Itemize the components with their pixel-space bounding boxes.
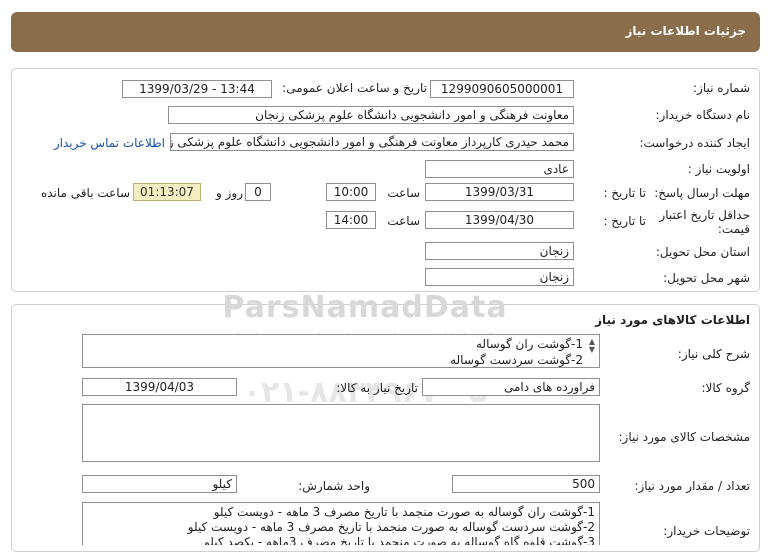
specs-label: مشخصات کالای مورد نیاز: [618,430,750,444]
goods-group-field: فراورده های دامی [422,378,600,396]
deadline-to-date-label: تا تاریخ : [603,186,646,200]
validity-time-field: 14:00 [326,211,376,229]
days-label: روز و [216,186,243,200]
goods-section-title: اطلاعات کالاهای مورد نیاز [595,313,750,327]
remaining-label: ساعت باقی مانده [40,186,130,200]
validity-label-line1: حداقل تاریخ اعتبار [659,208,750,222]
buyer-contact-link[interactable]: اطلاعات تماس خریدار [40,136,165,150]
quantity-label: تعداد / مقدار مورد نیاز: [634,479,750,493]
city-field: زنجان [425,268,574,286]
requester-label: ایجاد کننده درخواست: [639,136,750,150]
priority-label: اولویت نیاز : [687,162,750,176]
deadline-label: مهلت ارسال پاسخ: [654,186,750,200]
buyer-notes-line1: 1-گوشت ران گوساله به صورت منجمد با تاریخ… [213,505,595,519]
validity-time-label: ساعت [387,214,420,228]
announce-date-field: 1399/03/29 - 13:44 [122,80,272,98]
province-label: استان محل تحویل: [655,245,750,259]
validity-to-date-label: تا تاریخ : [603,214,646,228]
goods-group-label: گروه کالا: [701,381,751,395]
buyer-notes-box: 1-گوشت ران گوساله به صورت منجمد با تاریخ… [82,502,600,545]
scroll-arrows-icon[interactable]: ▲ ▼ [587,338,597,354]
days-remaining-field: 0 [245,183,271,201]
quantity-field: 500 [452,475,600,493]
buyer-notes-label: توضیحات خریدار: [663,524,750,538]
deadline-time-field: 10:00 [326,183,376,201]
unit-label: واحد شمارش: [298,479,370,493]
validity-date-field: 1399/04/30 [425,211,574,229]
city-label: شهر محل تحویل: [663,271,750,285]
need-number-label: شماره نیاز: [693,81,750,95]
buyer-org-field: معاونت فرهنگی و امور دانشجویی دانشگاه عل… [168,106,574,124]
specs-field [82,404,600,462]
requester-field: محمد حیدری کارپرداز معاونت فرهنگی و امور… [170,133,574,151]
page-title: جزئیات اطلاعات نیاز [625,24,746,38]
need-number-field: 1299090605000001 [430,80,574,98]
buyer-org-label: نام دستگاه خریدار: [655,108,751,122]
countdown-timer: 01:13:07 [133,183,201,201]
buyer-notes-line3: 3-گوشت قلوه گاه گوساله به صورت منجمد با … [204,535,595,545]
page-header: جزئیات اطلاعات نیاز [11,12,760,52]
unit-field: کیلو [82,475,237,493]
announce-date-label: تاریخ و ساعت اعلان عمومی: [282,81,427,95]
general-desc-line1: 1-گوشت ران گوساله [475,337,583,351]
need-date-field: 1399/04/03 [82,378,237,396]
need-date-label: تاریخ نیاز به کالا: [336,381,418,395]
general-desc-box[interactable]: ▲ ▼ 1-گوشت ران گوساله 2-گوشت سردست گوساله [82,334,600,368]
province-field: زنجان [425,242,574,260]
general-desc-label: شرح کلی نیاز: [677,347,750,361]
general-desc-line2: 2-گوشت سردست گوساله [450,353,583,367]
validity-label-line2: قیمت: [717,222,750,236]
deadline-time-label: ساعت [387,186,420,200]
buyer-notes-line2: 2-گوشت سردست گوساله به صورت منجمد با تار… [187,520,595,534]
deadline-date-field: 1399/03/31 [425,183,574,201]
priority-field: عادی [425,160,574,178]
